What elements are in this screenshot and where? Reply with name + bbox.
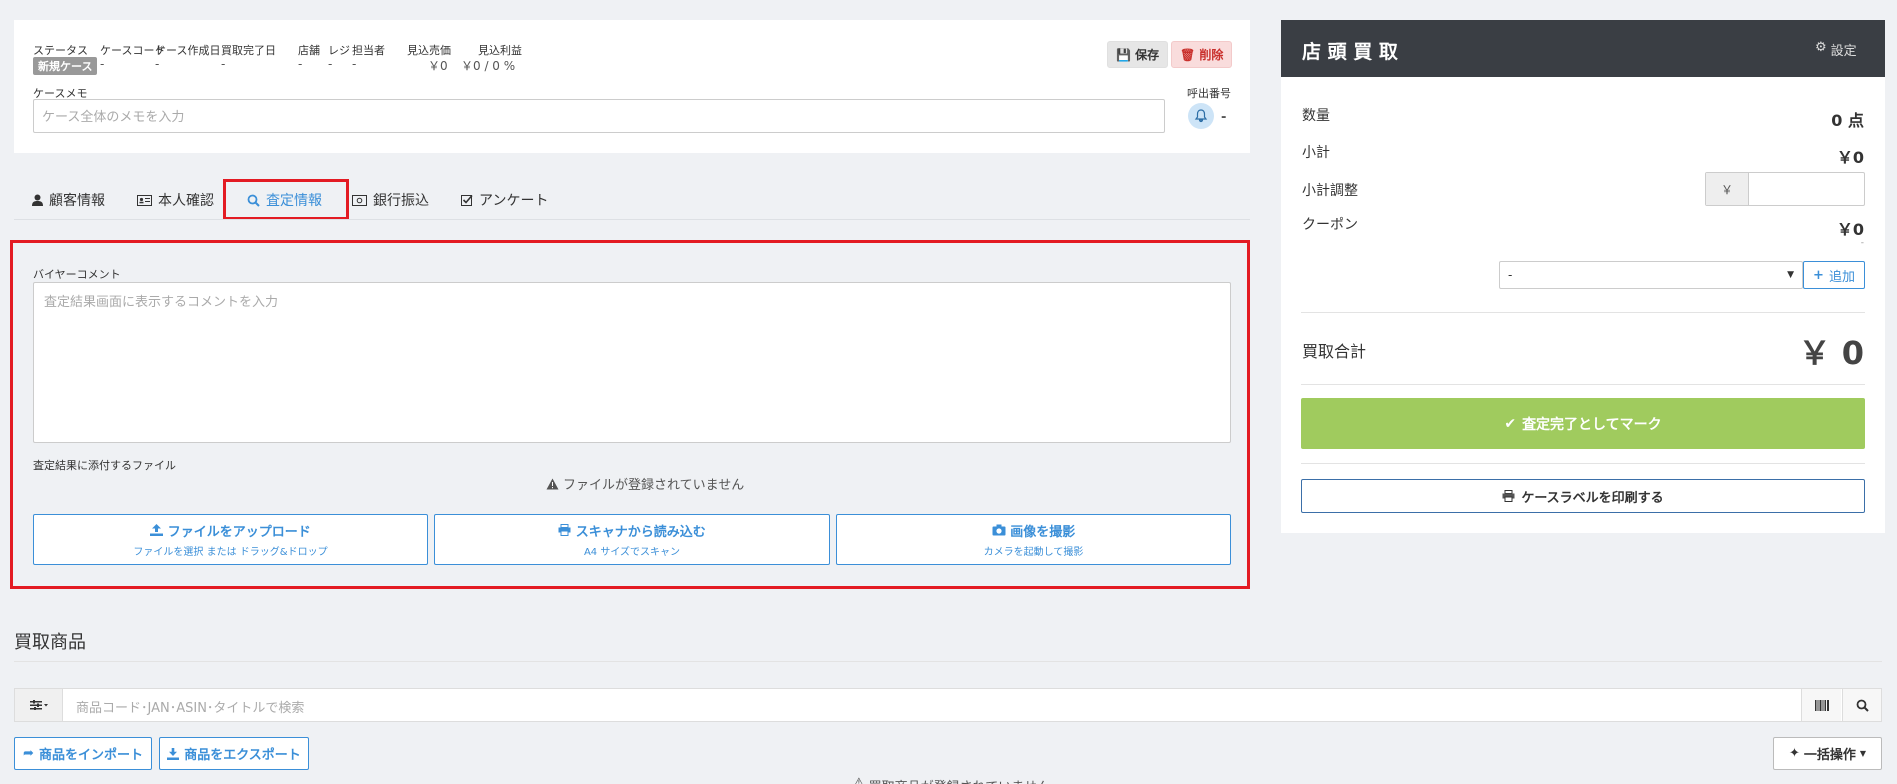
tab-divider	[14, 219, 1250, 220]
register-value: -	[328, 57, 333, 71]
call-number-label: 呼出番号	[1187, 87, 1231, 100]
attach-files-label: 査定結果に添付するファイル	[33, 459, 176, 472]
mark-complete-button[interactable]: ✔ 査定完了としてマーク	[1301, 398, 1865, 449]
bell-icon	[1194, 109, 1208, 123]
check-square-icon	[461, 194, 473, 206]
staff-value: -	[352, 57, 357, 71]
plus-icon: +	[1813, 267, 1824, 283]
no-file-message: ファイルが登録されていません	[546, 474, 744, 493]
subtotal-adjust-input[interactable]	[1749, 173, 1864, 205]
tab-identity[interactable]: 本人確認	[137, 190, 214, 210]
tab-assessment[interactable]: 査定情報	[247, 190, 322, 210]
call-number-value: -	[1221, 110, 1227, 125]
magic-wand-icon: ✦	[1788, 746, 1800, 761]
print-icon	[558, 524, 571, 536]
scanner-button[interactable]: スキャナから読み込む A4 サイズでスキャン	[434, 514, 830, 565]
upload-icon	[150, 524, 164, 536]
coupon-select[interactable]: - ▼	[1499, 261, 1803, 289]
case-code-value: -	[100, 57, 105, 71]
settings-button[interactable]: ⚙ 設定	[1815, 40, 1857, 59]
caret-down-icon: ▼	[1859, 749, 1867, 758]
share-icon: ➦	[23, 746, 34, 761]
coupon-value: ￥0	[1836, 220, 1864, 239]
import-items-button[interactable]: ➦ 商品をインポート	[14, 737, 152, 770]
quantity-label: 数量	[1302, 108, 1330, 124]
buy-total-value: ￥ 0	[1798, 334, 1864, 372]
search-icon	[247, 194, 260, 207]
tab-bank-transfer[interactable]: 銀行振込	[352, 190, 429, 210]
id-card-icon	[137, 194, 152, 206]
completed-date-label: 買取完了日	[221, 44, 276, 57]
buy-items-divider	[14, 661, 1882, 662]
barcode-button[interactable]	[1801, 689, 1841, 721]
buy-total-label: 買取合計	[1302, 342, 1367, 361]
download-icon	[167, 747, 180, 760]
right-divider-1	[1301, 312, 1865, 313]
expected-profit-label: 見込利益	[478, 44, 522, 57]
upload-file-button[interactable]: ファイルをアップロード ファイルを選択 または ドラッグ&ドロップ	[33, 514, 428, 565]
buy-items-search-input[interactable]: 商品コード･JAN･ASIN･タイトルで検索	[76, 697, 304, 716]
search-icon	[1856, 699, 1869, 712]
info-icon: ⚠	[853, 776, 865, 784]
check-icon: ✔	[1504, 415, 1517, 432]
subtotal-adjust-input-group: ￥	[1705, 172, 1865, 206]
store-label: 店舗	[298, 44, 320, 57]
case-card	[14, 20, 1250, 153]
subtotal-value: ￥0	[1836, 148, 1864, 167]
tab-customer-info[interactable]: 顧客情報	[32, 190, 105, 210]
subtotal-label: 小計	[1302, 145, 1330, 161]
buyer-comment-label: バイヤーコメント	[33, 268, 121, 281]
right-divider-2	[1301, 384, 1865, 385]
empty-items-message: ⚠ 買取商品が登録されていません	[853, 776, 1050, 784]
save-icon: 💾	[1116, 48, 1131, 62]
chevron-down-icon: ▼	[1787, 270, 1794, 280]
trash-icon: 🗑	[1180, 48, 1196, 62]
bell-button[interactable]	[1188, 103, 1214, 129]
quantity-value: 0 点	[1831, 111, 1864, 130]
staff-label: 担当者	[352, 44, 385, 57]
export-items-button[interactable]: 商品をエクスポート	[159, 737, 309, 770]
expected-price-label: 見込売価	[407, 44, 451, 57]
status-badge: 新規ケース	[33, 57, 98, 75]
right-divider-3	[1301, 463, 1865, 464]
take-photo-button[interactable]: 画像を撮影 カメラを起動して撮影	[836, 514, 1231, 565]
warning-icon	[546, 478, 559, 489]
created-date-label: ケース作成日	[155, 44, 221, 57]
expected-profit-value: ￥0 / 0 %	[461, 59, 516, 73]
barcode-icon	[1814, 699, 1829, 711]
print-case-label-button[interactable]: ケースラベルを印刷する	[1301, 479, 1865, 513]
status-label: ステータス	[33, 44, 88, 57]
delete-button[interactable]: 🗑 削除	[1171, 41, 1233, 68]
coupon-note: -	[1860, 238, 1864, 248]
store-buy-title: 店 頭 買 取	[1302, 41, 1398, 63]
coupon-label: クーポン	[1302, 217, 1358, 233]
bulk-action-dropdown[interactable]: ✦ 一括操作 ▼	[1773, 737, 1882, 770]
gear-icon: ⚙	[1815, 40, 1827, 55]
tab-survey[interactable]: アンケート	[461, 190, 548, 210]
buy-items-title: 買取商品	[14, 632, 86, 653]
sliders-icon	[29, 700, 48, 710]
save-button[interactable]: 💾 保存	[1107, 41, 1169, 68]
money-icon	[352, 194, 367, 206]
expected-price-value: ￥0	[428, 59, 448, 73]
yen-prefix: ￥	[1706, 173, 1749, 205]
camera-icon	[992, 524, 1006, 536]
user-icon	[32, 194, 43, 206]
completed-date-value: -	[221, 57, 226, 71]
subtotal-adjust-label: 小計調整	[1302, 183, 1358, 199]
created-date-value: -	[155, 57, 160, 71]
search-submit-button[interactable]	[1842, 689, 1881, 721]
register-label: レジ	[328, 44, 350, 57]
add-coupon-button[interactable]: + 追加	[1803, 261, 1865, 289]
print-icon	[1502, 490, 1515, 502]
buyer-comment-textarea[interactable]: 査定結果画面に表示するコメントを入力	[33, 282, 1231, 443]
store-value: -	[298, 57, 303, 71]
filter-dropdown-button[interactable]	[15, 689, 63, 721]
case-memo-input[interactable]: ケース全体のメモを入力	[33, 99, 1165, 133]
